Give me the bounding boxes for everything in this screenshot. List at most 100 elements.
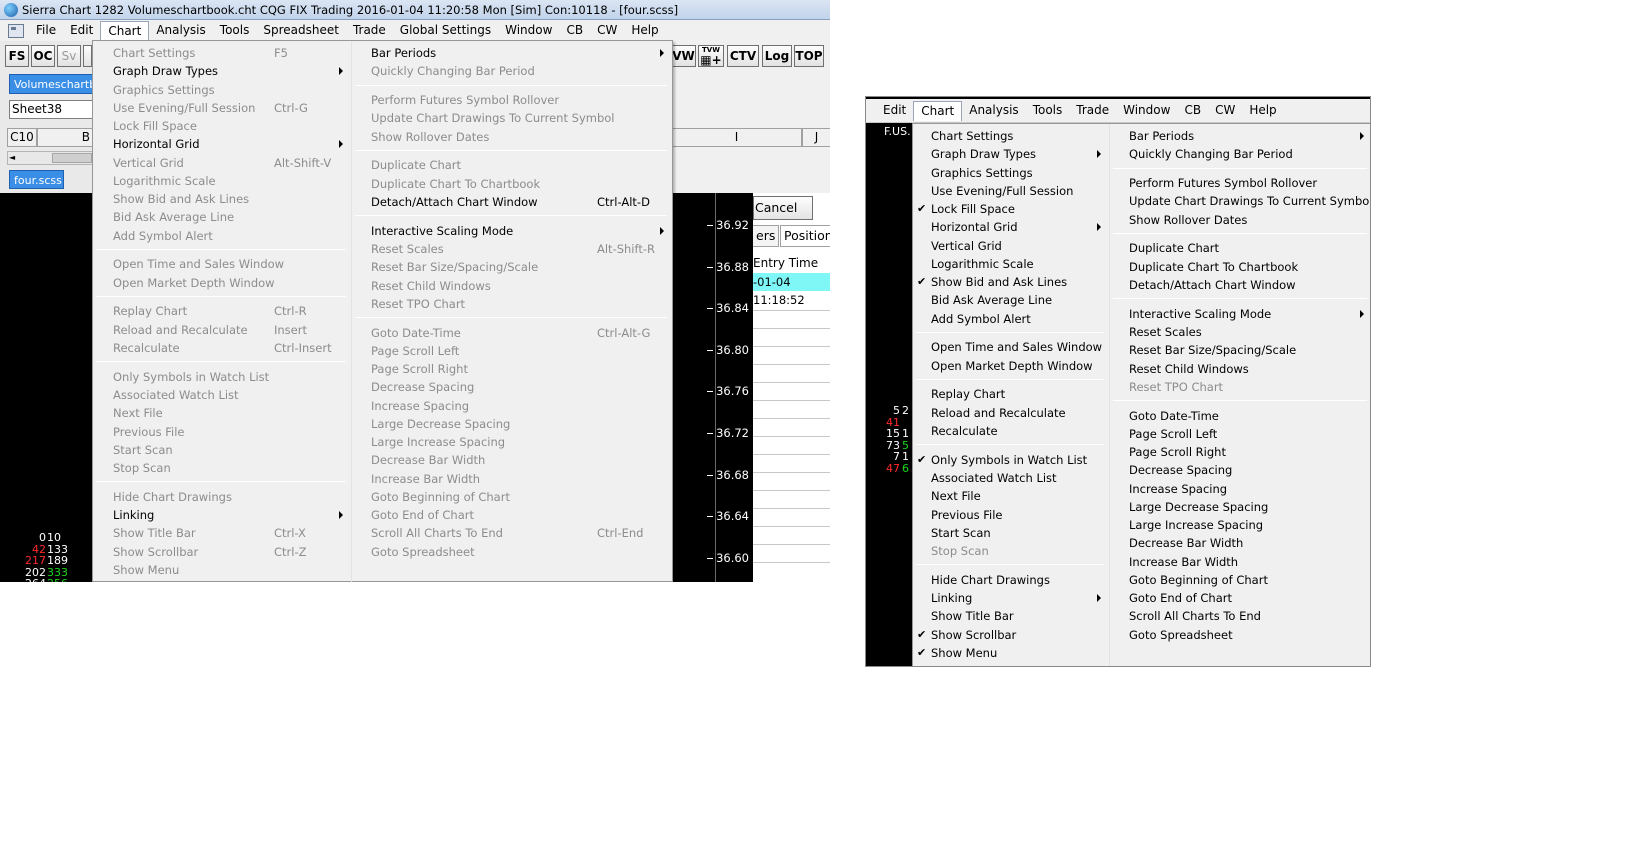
- menu-item-page-scroll-right[interactable]: Page Scroll Right: [1110, 443, 1370, 461]
- menu-item-recalculate[interactable]: Recalculate Ctrl-Insert: [93, 339, 351, 357]
- menu-item-show-title-bar[interactable]: Show Title Bar: [913, 607, 1109, 625]
- tab-orders[interactable]: ers: [753, 225, 780, 247]
- menu-item-only-symbols-in-watch-list[interactable]: Only Symbols in Watch List: [93, 368, 351, 386]
- menu-tools[interactable]: Tools: [213, 20, 257, 41]
- menu-cw[interactable]: CW: [590, 20, 624, 41]
- chartbook-tab[interactable]: Volumeschartbook: [9, 74, 93, 94]
- menu-item-page-scroll-left[interactable]: Page Scroll Left: [1110, 425, 1370, 443]
- file-tab[interactable]: four.scss: [9, 170, 64, 189]
- menu-item-previous-file[interactable]: Previous File: [93, 423, 351, 441]
- menu-edit[interactable]: Edit: [876, 100, 913, 121]
- menu-item-start-scan[interactable]: Start Scan: [913, 524, 1109, 542]
- menu-analysis[interactable]: Analysis: [962, 100, 1025, 121]
- menu-analysis[interactable]: Analysis: [149, 20, 212, 41]
- menu-item-reset-child-windows[interactable]: Reset Child Windows: [352, 277, 672, 295]
- menu-item-quickly-changing-bar-period[interactable]: Quickly Changing Bar Period: [352, 62, 672, 80]
- menu-item-open-time-and-sales-window[interactable]: Open Time and Sales Window: [913, 338, 1109, 356]
- menu-item-show-title-bar[interactable]: Show Title Bar Ctrl-X: [93, 524, 351, 542]
- menu-item-horizontal-grid[interactable]: Horizontal Grid: [913, 218, 1109, 236]
- menu-item-reload-and-recalculate[interactable]: Reload and Recalculate Insert: [93, 321, 351, 339]
- toolbar-button-partial[interactable]: [83, 45, 92, 67]
- menu-item-graph-draw-types[interactable]: Graph Draw Types: [913, 145, 1109, 163]
- menu-item-chart-settings[interactable]: Chart Settings: [913, 127, 1109, 145]
- menu-item-scroll-all-charts-to-end[interactable]: Scroll All Charts To End: [1110, 607, 1370, 625]
- menu-item-reset-scales[interactable]: Reset Scales Alt-Shift-R: [352, 240, 672, 258]
- menu-edit[interactable]: Edit: [63, 20, 100, 41]
- menu-item-show-rollover-dates[interactable]: Show Rollover Dates: [352, 128, 672, 146]
- menu-item-detach-attach-chart-window[interactable]: Detach/Attach Chart Window Ctrl-Alt-D: [352, 193, 672, 211]
- menu-item-large-decrease-spacing[interactable]: Large Decrease Spacing: [352, 415, 672, 433]
- menu-item-goto-end-of-chart[interactable]: Goto End of Chart: [1110, 589, 1370, 607]
- menu-item-perform-futures-symbol-rollover[interactable]: Perform Futures Symbol Rollover: [1110, 174, 1370, 192]
- menu-item-add-symbol-alert[interactable]: Add Symbol Alert: [93, 227, 351, 245]
- sheet-name-field[interactable]: Sheet38: [9, 100, 93, 119]
- fs-button[interactable]: FS: [5, 45, 29, 67]
- grid-add-button[interactable]: TVW ▦+: [698, 45, 724, 67]
- menu-item-decrease-spacing[interactable]: Decrease Spacing: [1110, 461, 1370, 479]
- menu-item-show-bid-and-ask-lines[interactable]: Show Bid and Ask Lines: [93, 190, 351, 208]
- menu-item-bid-ask-average-line[interactable]: Bid Ask Average Line: [913, 291, 1109, 309]
- menu-item-add-symbol-alert[interactable]: Add Symbol Alert: [913, 310, 1109, 328]
- menu-spreadsheet[interactable]: Spreadsheet: [256, 20, 346, 41]
- menu-item-page-scroll-right[interactable]: Page Scroll Right: [352, 360, 672, 378]
- menu-item-large-increase-spacing[interactable]: Large Increase Spacing: [352, 433, 672, 451]
- menu-item-detach-attach-chart-window[interactable]: Detach/Attach Chart Window: [1110, 276, 1370, 294]
- menu-item-reset-scales[interactable]: Reset Scales: [1110, 323, 1370, 341]
- menu-item-open-market-depth-window[interactable]: Open Market Depth Window: [93, 274, 351, 292]
- menu-item-logarithmic-scale[interactable]: Logarithmic Scale: [913, 255, 1109, 273]
- menu-item-goto-end-of-chart[interactable]: Goto End of Chart: [352, 506, 672, 524]
- menu-item-start-scan[interactable]: Start Scan: [93, 441, 351, 459]
- menu-trade[interactable]: Trade: [346, 20, 393, 41]
- menu-item-recalculate[interactable]: Recalculate: [913, 422, 1109, 440]
- menu-item-reset-child-windows[interactable]: Reset Child Windows: [1110, 360, 1370, 378]
- menu-item-associated-watch-list[interactable]: Associated Watch List: [913, 469, 1109, 487]
- menu-item-use-evening-full-session[interactable]: Use Evening/Full Session: [913, 182, 1109, 200]
- menu-item-increase-spacing[interactable]: Increase Spacing: [352, 397, 672, 415]
- menu-item-duplicate-chart[interactable]: Duplicate Chart: [1110, 239, 1370, 257]
- menu-help[interactable]: Help: [624, 20, 665, 41]
- menu-tools[interactable]: Tools: [1026, 100, 1070, 121]
- menu-item-show-scrollbar[interactable]: Show Scrollbar Ctrl-Z: [93, 543, 351, 561]
- menu-item-only-symbols-in-watch-list[interactable]: ✔ Only Symbols in Watch List: [913, 451, 1109, 469]
- menu-item-next-file[interactable]: Next File: [913, 487, 1109, 505]
- oc-button[interactable]: OC: [31, 45, 55, 67]
- menu-item-logarithmic-scale[interactable]: Logarithmic Scale: [93, 172, 351, 190]
- menu-item-update-chart-drawings-to-current-symbol[interactable]: Update Chart Drawings To Current Symbol: [352, 109, 672, 127]
- menu-item-graphics-settings[interactable]: Graphics Settings: [913, 164, 1109, 182]
- menu-item-stop-scan[interactable]: Stop Scan: [913, 542, 1109, 560]
- menu-item-reset-bar-size-spacing-scale[interactable]: Reset Bar Size/Spacing/Scale: [1110, 341, 1370, 359]
- sv-button[interactable]: Sv: [57, 45, 81, 67]
- menu-item-graphics-settings[interactable]: Graphics Settings: [93, 81, 351, 99]
- menu-item-open-market-depth-window[interactable]: Open Market Depth Window: [913, 357, 1109, 375]
- menu-item-horizontal-grid[interactable]: Horizontal Grid: [93, 135, 351, 153]
- menu-item-page-scroll-left[interactable]: Page Scroll Left: [352, 342, 672, 360]
- menu-item-reset-tpo-chart[interactable]: Reset TPO Chart: [1110, 378, 1370, 396]
- menu-chart[interactable]: Chart: [100, 20, 150, 41]
- ctv-button[interactable]: CTV: [727, 45, 759, 67]
- menu-item-linking[interactable]: Linking: [913, 589, 1109, 607]
- menu-item-increase-spacing[interactable]: Increase Spacing: [1110, 480, 1370, 498]
- menu-item-reload-and-recalculate[interactable]: Reload and Recalculate: [913, 404, 1109, 422]
- menu-item-interactive-scaling-mode[interactable]: Interactive Scaling Mode: [1110, 305, 1370, 323]
- menu-item-scroll-all-charts-to-end[interactable]: Scroll All Charts To End Ctrl-End: [352, 524, 672, 542]
- menu-item-show-scrollbar[interactable]: ✔ Show Scrollbar: [913, 626, 1109, 644]
- menu-item-graph-draw-types[interactable]: Graph Draw Types: [93, 62, 351, 80]
- menu-item-quickly-changing-bar-period[interactable]: Quickly Changing Bar Period: [1110, 145, 1370, 163]
- menu-item-update-chart-drawings-to-current-symbol[interactable]: Update Chart Drawings To Current Symbol: [1110, 192, 1370, 210]
- menu-item-bar-periods[interactable]: Bar Periods: [352, 44, 672, 62]
- menu-item-bar-periods[interactable]: Bar Periods: [1110, 127, 1370, 145]
- document-icon[interactable]: [8, 23, 24, 38]
- menu-item-goto-beginning-of-chart[interactable]: Goto Beginning of Chart: [1110, 571, 1370, 589]
- menu-item-show-bid-and-ask-lines[interactable]: ✔ Show Bid and Ask Lines: [913, 273, 1109, 291]
- menu-item-goto-date-time[interactable]: Goto Date-Time Ctrl-Alt-G: [352, 324, 672, 342]
- menu-item-linking[interactable]: Linking: [93, 506, 351, 524]
- menu-item-hide-chart-drawings[interactable]: Hide Chart Drawings: [93, 488, 351, 506]
- menu-item-large-decrease-spacing[interactable]: Large Decrease Spacing: [1110, 498, 1370, 516]
- menu-item-increase-bar-width[interactable]: Increase Bar Width: [1110, 553, 1370, 571]
- horizontal-scrollbar[interactable]: ◄: [7, 151, 93, 165]
- menu-item-reset-bar-size-spacing-scale[interactable]: Reset Bar Size/Spacing/Scale: [352, 258, 672, 276]
- menu-item-lock-fill-space[interactable]: Lock Fill Space: [93, 117, 351, 135]
- menu-global-settings[interactable]: Global Settings: [393, 20, 498, 41]
- tab-position[interactable]: Position: [780, 225, 830, 247]
- menu-item-decrease-spacing[interactable]: Decrease Spacing: [352, 378, 672, 396]
